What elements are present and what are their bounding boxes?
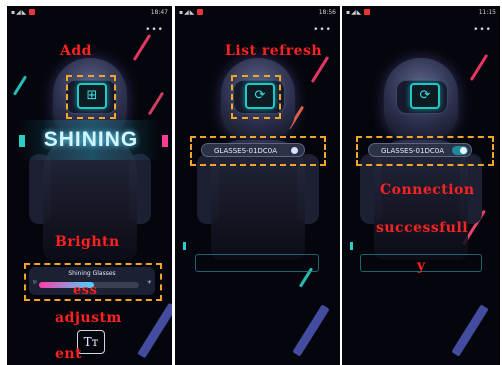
more-dots-icon[interactable]: ••• — [313, 25, 332, 35]
annotation-adjustment-2: ent — [55, 346, 83, 362]
hud-decoration — [360, 254, 482, 272]
annotation-add: Add — [60, 43, 92, 59]
status-bar: ▪◢◣ 11:15 — [342, 6, 500, 18]
decorative-streak — [132, 33, 152, 62]
signal-icons: ▪◢◣ — [179, 9, 204, 16]
status-time: 11:15 — [478, 9, 496, 16]
annotation-successfull: successfull — [376, 220, 469, 236]
decorative-streak — [310, 55, 330, 84]
decorative-streak — [12, 75, 28, 96]
highlight-box-device — [356, 136, 494, 166]
phone-screen-connected: ▪◢◣ 11:15 ••• ⟳ GLASSES-01DC0A Connectio… — [342, 6, 500, 365]
notification-icon — [197, 9, 204, 15]
annotation-adjustment-1: adjustm — [55, 310, 122, 326]
status-bar: ▪◢◣ 18:56 — [175, 6, 340, 18]
annotation-brightness-1: Brightn — [55, 234, 120, 250]
shining-logo: SHINING — [21, 120, 161, 160]
logo-bar-right — [162, 135, 168, 147]
phone-screen-refresh: ▪◢◣ 18:56 ••• ⟳ List refresh GLASSES-01D… — [175, 6, 340, 365]
annotation-list-refresh: List refresh — [225, 43, 323, 59]
annotation-brightness-2: ess — [73, 283, 98, 298]
highlight-box-device — [190, 136, 326, 166]
notification-icon — [29, 9, 36, 15]
status-time: 18:47 — [150, 9, 168, 16]
refresh-icon[interactable]: ⟳ — [410, 83, 440, 109]
decorative-streak — [451, 304, 489, 357]
highlight-box-refresh — [231, 75, 281, 119]
signal-icons: ▪◢◣ — [11, 9, 36, 16]
status-bar: ▪◢◣ 18:47 — [7, 6, 172, 18]
notification-icon — [364, 9, 371, 15]
highlight-box-add — [66, 75, 116, 119]
hud-decoration — [195, 254, 319, 272]
decorative-streak — [292, 304, 330, 357]
signal-icons: ▪◢◣ — [346, 9, 371, 16]
phone-screen-add: ▪◢◣ 18:47 ••• ⊞ Add SHINING Brightn Shin… — [7, 6, 172, 365]
more-dots-icon[interactable]: ••• — [473, 25, 492, 35]
status-time: 18:56 — [318, 9, 336, 16]
annotation-connection: Connection — [380, 182, 475, 198]
decorative-streak — [147, 91, 165, 116]
decorative-streak — [137, 302, 172, 359]
